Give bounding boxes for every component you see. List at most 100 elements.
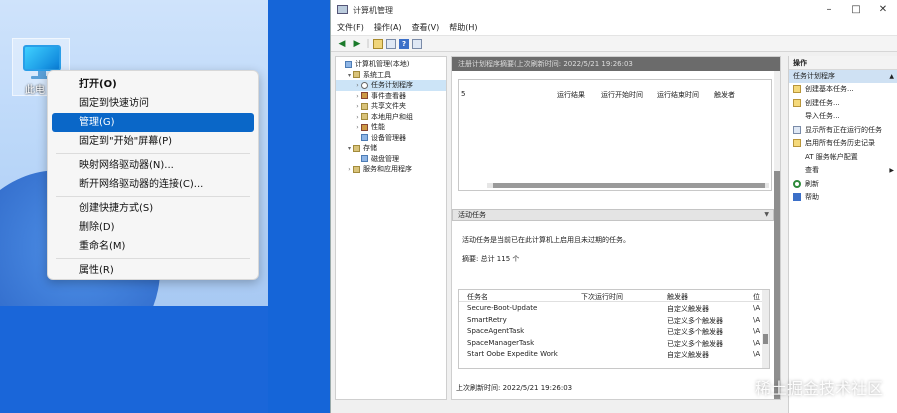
- tree-node[interactable]: › 任务计划程序: [336, 80, 446, 91]
- column-header[interactable]: 下次运行时间: [581, 292, 623, 302]
- tree-node[interactable]: › 本地用户和组: [336, 112, 446, 123]
- folder-icon: [353, 165, 360, 173]
- task-trigger: 已定义多个触发器: [667, 328, 723, 336]
- context-menu-item[interactable]: 固定到快速访问: [52, 94, 254, 113]
- menu-bar: 文件(F) 操作(A) 查看(V) 帮助(H): [331, 20, 897, 36]
- last-refresh-time: 上次刷新时间: 2022/5/21 19:26:03: [456, 384, 573, 392]
- scroll-thumb[interactable]: [774, 171, 780, 399]
- context-menu-item[interactable]: 属性(R): [52, 261, 254, 280]
- separator-icon: |: [366, 38, 370, 49]
- column-header[interactable]: 任务名: [467, 292, 488, 302]
- context-menu-item[interactable]: 映射网络驱动器(N)...: [52, 156, 254, 175]
- active-tasks-summary: 摘要: 总计 115 个: [462, 255, 520, 263]
- action-item[interactable]: 启用所有任务历史记录: [789, 137, 897, 151]
- action-item[interactable]: 导入任务...: [789, 110, 897, 124]
- action-label: 启用所有任务历史记录: [805, 139, 875, 147]
- menu-item[interactable]: 文件(F): [337, 22, 364, 33]
- action-item[interactable]: 创建任务...: [789, 97, 897, 111]
- context-menu-item[interactable]: 固定到"开始"屏幕(P): [52, 132, 254, 151]
- context-menu-item[interactable]: 重命名(M): [52, 237, 254, 256]
- watermark: 稀土掘金技术社区: [734, 375, 883, 399]
- action-item[interactable]: 显示所有正在运行的任务: [789, 124, 897, 138]
- tree-node[interactable]: ▾ 系统工具: [336, 70, 446, 81]
- task-location: \A: [753, 338, 761, 347]
- collapse-up-icon[interactable]: ▲: [889, 70, 894, 83]
- tree-node[interactable]: ▾ 存储: [336, 143, 446, 154]
- minimize-button[interactable]: –: [822, 3, 836, 17]
- action-item[interactable]: 帮助: [789, 191, 897, 205]
- none-icon: [793, 153, 801, 161]
- title-bar[interactable]: 计算机管理 – □ ✕: [331, 0, 897, 20]
- horizontal-scrollbar[interactable]: [487, 183, 769, 188]
- table-row[interactable]: Secure-Boot-Update 自定义触发器 \A: [459, 302, 769, 314]
- center-scrollbar[interactable]: [774, 71, 780, 399]
- tree-node-label: 本地用户和组: [371, 112, 413, 121]
- menu-item[interactable]: 帮助(H): [449, 22, 477, 33]
- context-menu: 打开(O) 固定到快速访问 管理(G) 固定到"开始"屏幕(P) 映射网络驱动器(N).…: [47, 70, 259, 280]
- task-trigger: 自定义触发器: [667, 351, 709, 359]
- action-item[interactable]: 刷新: [789, 178, 897, 192]
- table-row[interactable]: SpaceManagerTask 已定义多个触发器 \A: [459, 337, 769, 349]
- collapse-arrow-icon[interactable]: ▼: [764, 210, 769, 220]
- table-row[interactable]: SmartRetry 已定义多个触发器 \A: [459, 314, 769, 326]
- tree-node[interactable]: › 性能: [336, 122, 446, 133]
- desktop-taskbar-area: [0, 306, 268, 413]
- column-header[interactable]: 位: [753, 292, 760, 302]
- context-menu-item[interactable]: 管理(G): [52, 113, 254, 132]
- tree-node-label: 系统工具: [363, 70, 391, 79]
- status-column-header[interactable]: 运行开始时间: [601, 90, 643, 100]
- tree-node[interactable]: 设备管理器: [336, 133, 446, 144]
- action-item[interactable]: 创建基本任务...: [789, 83, 897, 97]
- tree-node-label: 设备管理器: [371, 133, 406, 142]
- action-item[interactable]: 查看 ▶: [789, 164, 897, 178]
- menu-item[interactable]: 查看(V): [412, 22, 440, 33]
- watermark-logo-icon: [734, 382, 751, 396]
- scroll-thumb[interactable]: [493, 183, 765, 188]
- watermark-text: 稀土掘金技术社区: [754, 379, 883, 398]
- actions-subheader[interactable]: 任务计划程序 ▲: [789, 70, 897, 83]
- expand-toggle-icon[interactable]: ›: [346, 165, 353, 176]
- up-folder-icon[interactable]: [373, 38, 383, 49]
- task-trigger: 已定义多个触发器: [667, 316, 723, 325]
- task-location: \A: [753, 304, 761, 312]
- folder-icon: [361, 113, 368, 120]
- table-scrollbar[interactable]: [762, 290, 769, 368]
- properties-icon[interactable]: [412, 38, 422, 49]
- task-name: SpaceAgentTask: [467, 327, 525, 335]
- task-name: SpaceManagerTask: [467, 338, 535, 347]
- tree-node[interactable]: › 事件查看器: [336, 91, 446, 102]
- scroll-thumb[interactable]: [763, 334, 768, 344]
- column-header[interactable]: 触发器: [667, 292, 688, 302]
- active-tasks-section[interactable]: 活动任务 ▼: [452, 209, 774, 221]
- status-column-header[interactable]: 运行结果: [557, 90, 585, 100]
- action-item[interactable]: AT 服务帐户配置: [789, 151, 897, 165]
- desktop-icon-label: 此电: [25, 85, 45, 96]
- status-column-header[interactable]: 5: [461, 90, 465, 98]
- maximize-button[interactable]: □: [849, 3, 863, 17]
- context-menu-item[interactable]: 创建快捷方式(S): [52, 199, 254, 218]
- summary-header: 注册计划程序摘要(上次刷新时间: 2022/5/21 19:26:03: [452, 57, 780, 71]
- tree-node[interactable]: 磁盘管理: [336, 154, 446, 165]
- folder-icon: [353, 71, 360, 78]
- tree-node[interactable]: › 服务和应用程序: [336, 164, 446, 175]
- task-location: \A: [753, 315, 761, 324]
- actions-list: 创建基本任务... 创建任务... 导入任务... 显示所有正在运行的任务 启用所有任务…: [789, 83, 897, 205]
- help-icon[interactable]: ?: [399, 38, 409, 49]
- close-button[interactable]: ✕: [876, 3, 890, 17]
- action-label: 查看: [805, 166, 819, 174]
- menu-item[interactable]: 操作(A): [374, 22, 402, 33]
- table-row[interactable]: Start Oobe Expedite Work 自定义触发器 \A: [459, 348, 769, 360]
- show-hide-tree-icon[interactable]: [386, 38, 396, 49]
- status-column-header[interactable]: 运行结束时间: [657, 90, 699, 100]
- context-menu-item[interactable]: 打开(O): [52, 75, 254, 94]
- submenu-arrow-icon: ▶: [889, 167, 894, 174]
- status-column-header[interactable]: 触发者: [714, 90, 735, 100]
- back-arrow-icon[interactable]: ◀: [336, 38, 348, 50]
- table-row[interactable]: SpaceAgentTask 已定义多个触发器 \A: [459, 325, 769, 337]
- tree-node[interactable]: › 共享文件夹: [336, 101, 446, 112]
- pc-icon: [345, 60, 352, 68]
- tree-node[interactable]: 计算机管理(本地): [336, 59, 446, 70]
- context-menu-item[interactable]: 删除(D): [52, 218, 254, 237]
- forward-arrow-icon[interactable]: ▶: [351, 38, 363, 50]
- context-menu-item[interactable]: 断开网络驱动器的连接(C)...: [52, 175, 254, 194]
